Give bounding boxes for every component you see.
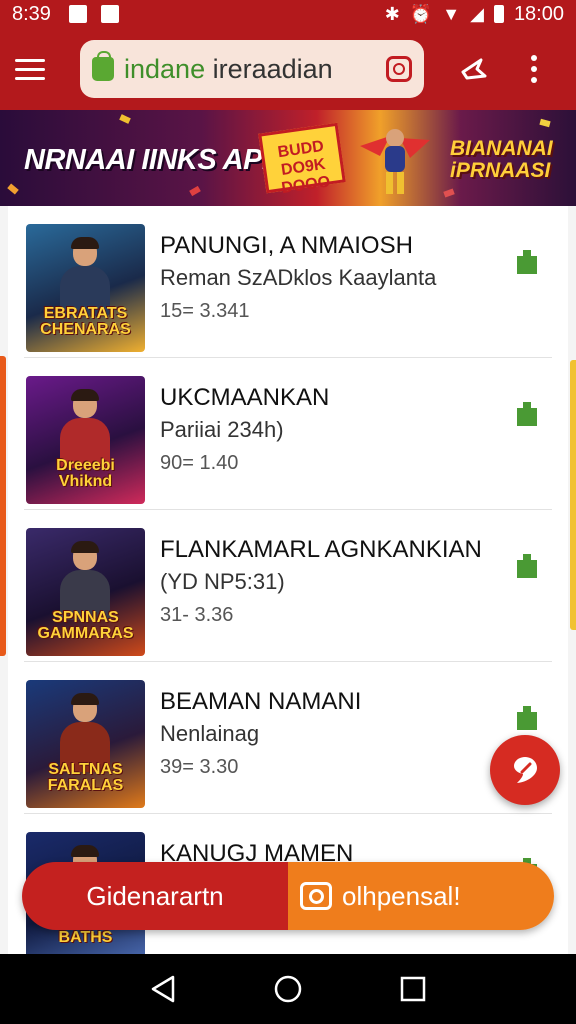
promo-banner[interactable]: NRNAAI IINKS APR BUDD DO9K DOOO BIANANAI…	[0, 110, 576, 206]
alarm-icon: ⏰	[409, 4, 433, 24]
app-thumbnail: Dreeebi Vhiknd	[26, 376, 145, 504]
item-meta: 15= 3.341	[160, 300, 250, 322]
app-list: EBRATATS CHENARAS PANUNGI, A NMAIOSH Rem…	[8, 206, 568, 954]
screen: 8:39 ✱ ⏰ ▼ ◢ 18:00 indane ireraadian NRN…	[0, 0, 576, 1024]
thumbnail-title: EBRATATS CHENARAS	[40, 305, 131, 338]
app-bar: indane ireraadian	[0, 28, 576, 110]
item-meta: 39= 3.30	[160, 756, 239, 778]
status-notification-icons	[68, 5, 119, 23]
status-bar: 8:39 ✱ ⏰ ▼ ◢ 18:00	[0, 0, 576, 28]
share-icon[interactable]	[454, 49, 494, 89]
confetti-shape	[119, 114, 131, 124]
more-vert-icon[interactable]	[524, 49, 544, 89]
camera-icon	[300, 882, 332, 910]
banner-title: NRNAAI IINKS APR	[24, 144, 283, 176]
primary-action-label: Gidenarartn	[86, 880, 224, 911]
list-item[interactable]: Dreeebi Vhiknd UKCMAANKAN Pariiai 234h) …	[8, 358, 568, 510]
confetti-shape	[7, 183, 19, 195]
app-thumbnail: SALTNAS FARALAS	[26, 680, 145, 808]
banner-badge: BUDD DO9K DOOO	[258, 122, 346, 197]
home-icon[interactable]	[268, 969, 308, 1009]
recents-icon[interactable]	[393, 969, 433, 1009]
download-icon[interactable]	[514, 248, 540, 276]
search-bar[interactable]: indane ireraadian	[80, 40, 424, 98]
navigate-icon	[514, 757, 537, 783]
thumbnail-title: BATHS	[58, 929, 113, 946]
secondary-action-button[interactable]: olhpensal!	[288, 862, 554, 930]
bluetooth-icon: ✱	[384, 4, 400, 24]
list-item[interactable]: EBRATATS CHENARAS PANUNGI, A NMAIOSH Rem…	[8, 206, 568, 358]
search-text: indane ireraadian	[124, 54, 386, 85]
bottom-action-bar: Gidenarartn olhpensal!	[22, 862, 554, 930]
wifi-icon: ▼	[442, 4, 461, 24]
app-thumbnail: EBRATATS CHENARAS	[26, 224, 145, 352]
hero-illustration	[360, 129, 430, 194]
item-subtitle: Pariiai 234h)	[160, 417, 284, 442]
status-system-icons: ✱ ⏰ ▼ ◢ 18:00	[385, 3, 564, 26]
download-icon[interactable]	[514, 704, 540, 732]
battery-icon	[493, 5, 504, 23]
thumbnail-title: Dreeebi Vhiknd	[56, 457, 115, 490]
item-title: UKCMAANKAN	[160, 384, 330, 411]
item-meta: 90= 1.40	[160, 452, 239, 474]
back-icon[interactable]	[143, 969, 183, 1009]
status-time: 8:39	[12, 2, 51, 25]
thumbnail-figure	[60, 541, 110, 620]
search-prefix: indane	[124, 53, 206, 84]
signal-icon: ◢	[470, 4, 484, 24]
item-subtitle: Reman SzADklos Kaaylanta	[160, 265, 437, 290]
item-subtitle: (YD NP5:31)	[160, 569, 285, 594]
search-rest: ireraadian	[205, 53, 333, 84]
menu-icon[interactable]	[2, 41, 58, 97]
right-edge-tab	[570, 360, 576, 630]
list-item[interactable]: SPNNAS GAMMARAS FLANKAMARL AGNKANKIAN (Y…	[8, 510, 568, 662]
download-icon[interactable]	[514, 400, 540, 428]
notification-icon	[100, 5, 119, 23]
gmail-notification-icon	[68, 5, 87, 23]
floating-action-button[interactable]	[490, 735, 560, 805]
system-nav-bar	[0, 954, 576, 1024]
item-title: FLANKAMARL AGNKANKIAN	[160, 536, 482, 563]
primary-action-button[interactable]: Gidenarartn	[22, 862, 288, 930]
confetti-shape	[443, 188, 455, 198]
item-title: BEAMAN NAMANI	[160, 688, 362, 715]
app-thumbnail: SPNNAS GAMMARAS	[26, 528, 145, 656]
item-subtitle: Nenlainag	[160, 721, 260, 746]
confetti-shape	[189, 185, 201, 197]
left-edge-tab	[0, 356, 6, 656]
camera-lens-icon[interactable]	[386, 56, 412, 82]
banner-right-text: BIANANAI iPRNAASI	[450, 137, 553, 182]
download-icon[interactable]	[514, 552, 540, 580]
thumbnail-figure	[60, 389, 110, 468]
item-meta: 31- 3.36	[160, 604, 234, 626]
thumbnail-figure	[60, 693, 110, 772]
shopping-bag-icon	[92, 51, 114, 81]
thumbnail-title: SALTNAS FARALAS	[47, 761, 124, 794]
thumbnail-title: SPNNAS GAMMARAS	[37, 609, 134, 642]
secondary-action-label: olhpensal!	[342, 880, 461, 911]
thumbnail-figure	[60, 237, 110, 316]
confetti-shape	[539, 118, 551, 128]
item-title: PANUNGI, A NMAIOSH	[160, 232, 413, 259]
list-item[interactable]: SALTNAS FARALAS BEAMAN NAMANI Nenlainag …	[8, 662, 568, 814]
status-clock: 18:00	[513, 2, 564, 25]
